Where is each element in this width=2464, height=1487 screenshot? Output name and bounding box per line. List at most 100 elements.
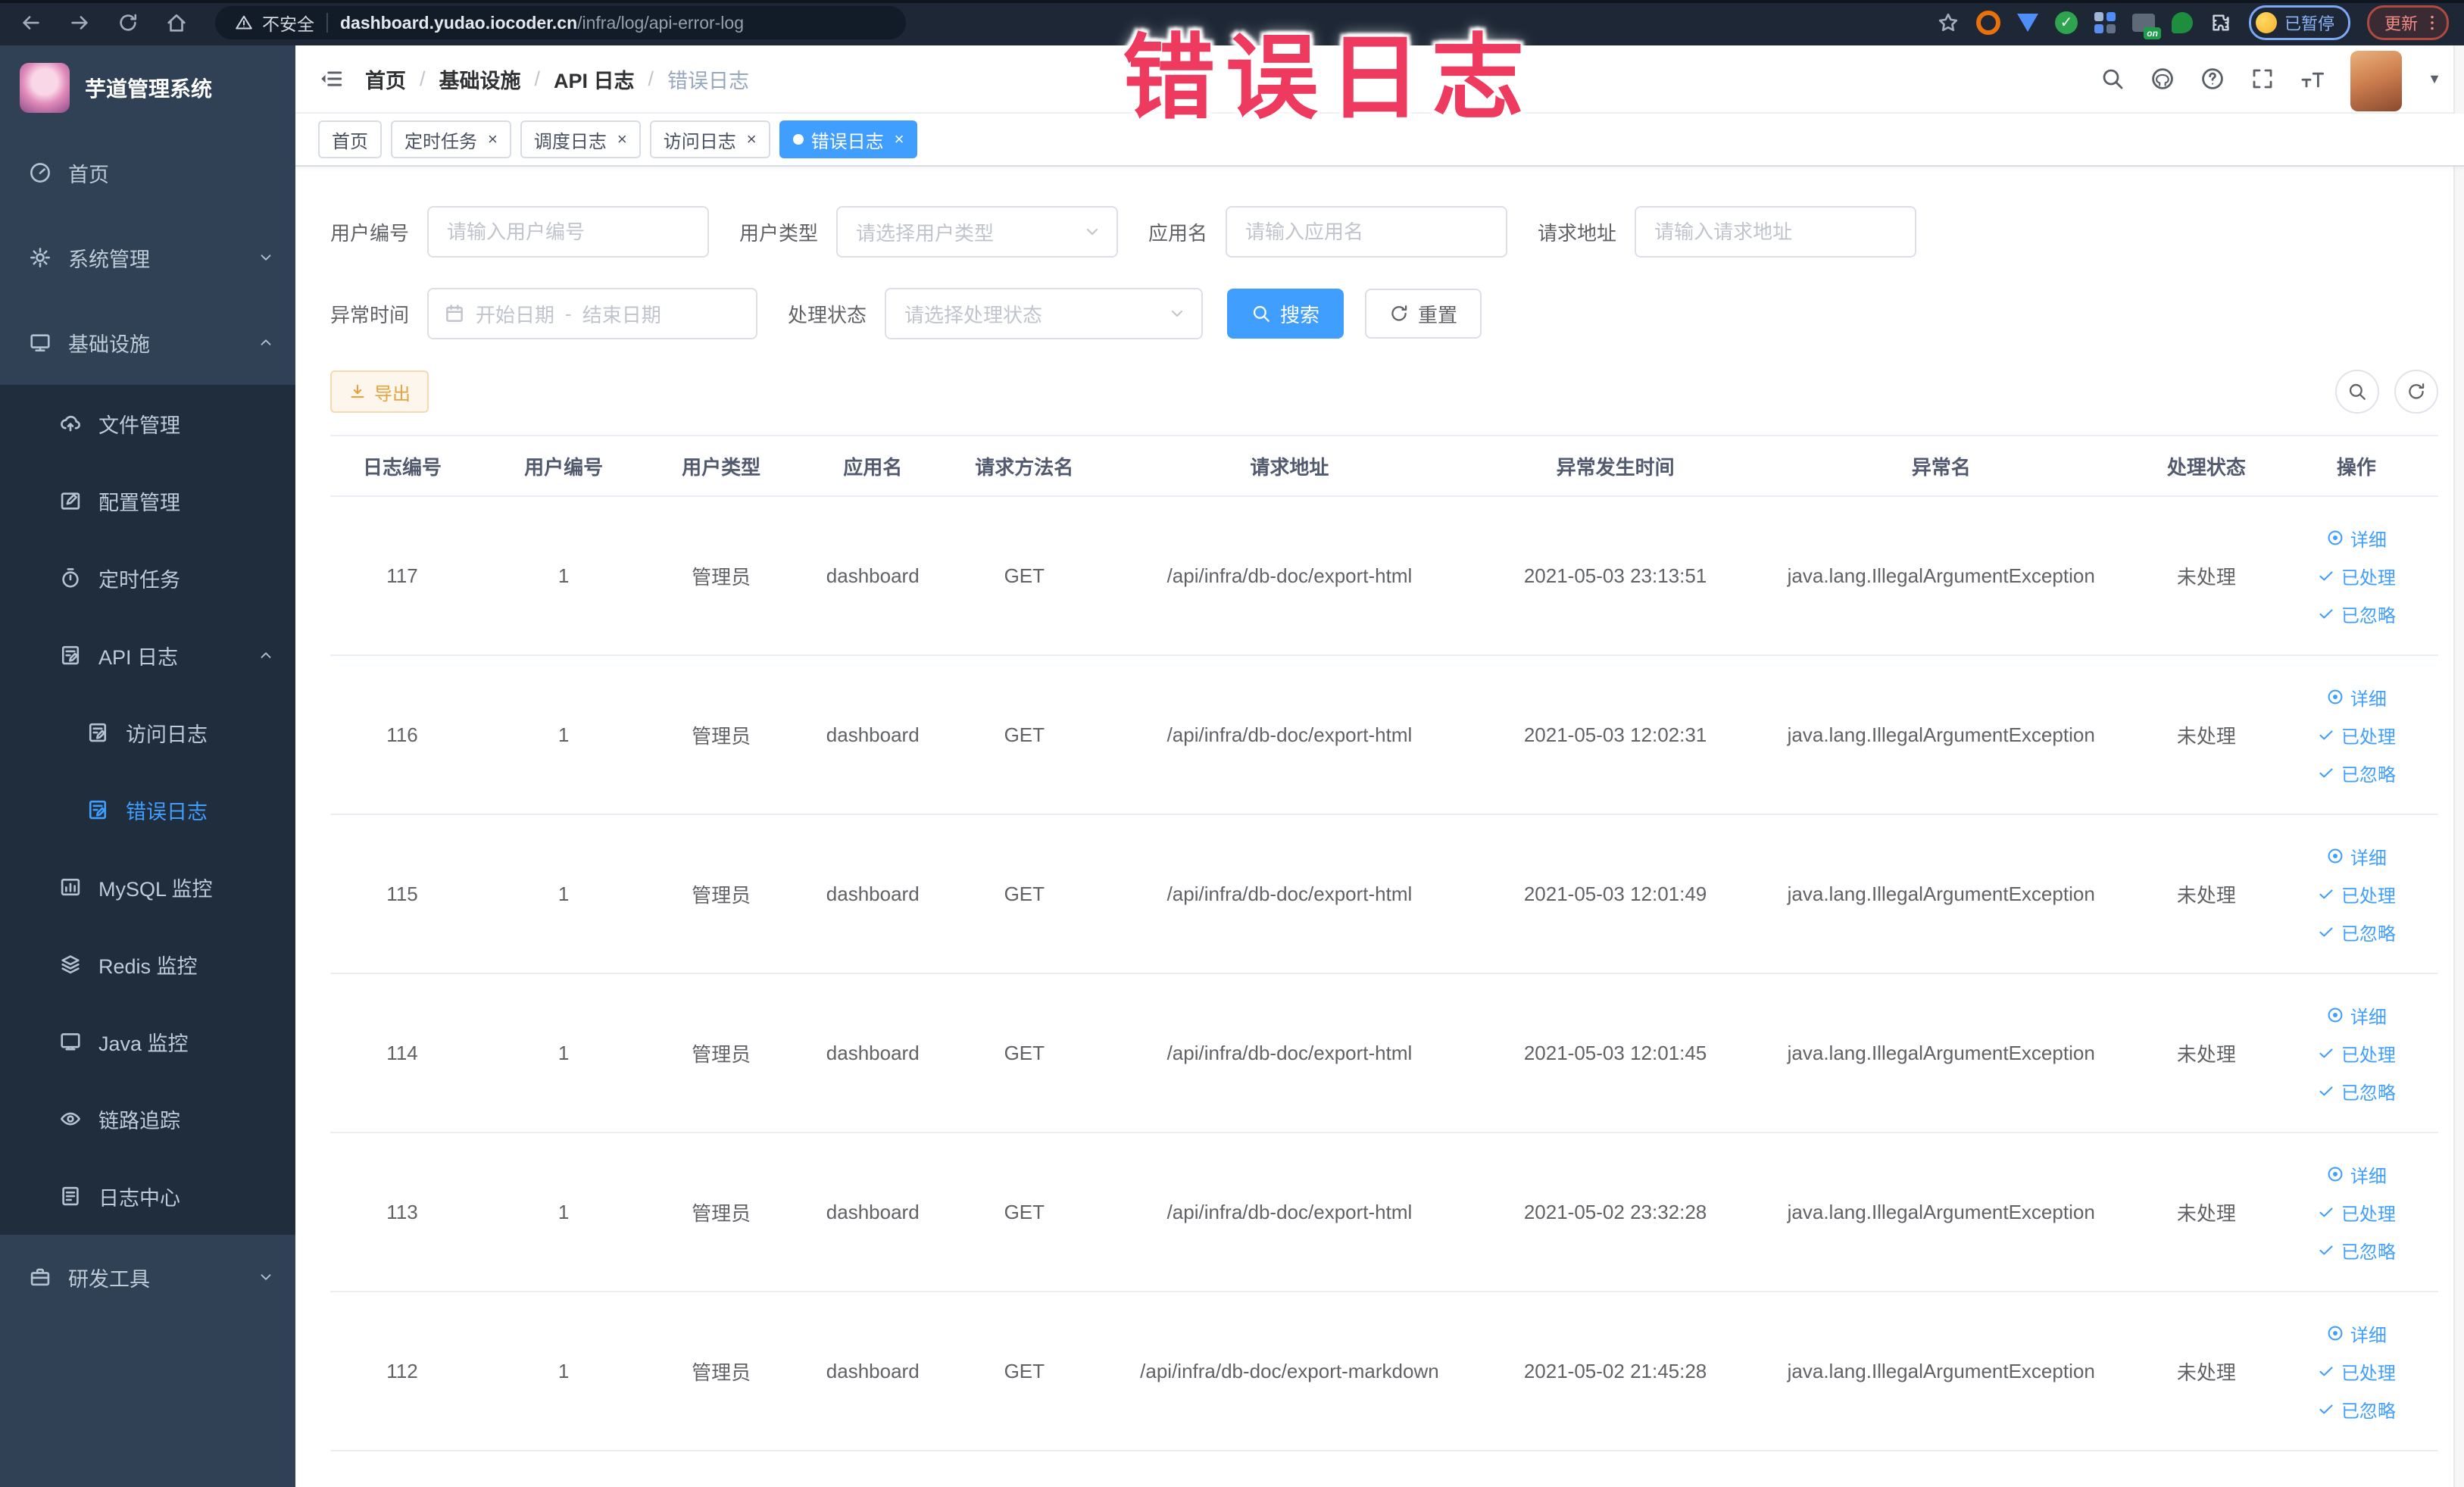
detail-link[interactable]: 详细 [2281, 519, 2432, 557]
page-scrollbar[interactable] [2453, 45, 2464, 1487]
detail-link[interactable]: 详细 [2281, 837, 2432, 875]
url-text[interactable]: dashboard.yudao.iocoder.cn/infra/log/api… [340, 13, 744, 33]
refresh-table-button[interactable] [2394, 370, 2438, 414]
ignored-link[interactable]: 已忽略 [2281, 1390, 2432, 1428]
table-cell: java.lang.IllegalArgumentException [1744, 655, 2138, 815]
sidebar-item-11[interactable]: Java 监控 [0, 1003, 295, 1080]
user-id-input[interactable] [427, 206, 710, 258]
extensions-puzzle-icon[interactable] [2209, 11, 2232, 34]
date-range-picker[interactable]: 开始日期 - 结束日期 [427, 288, 758, 339]
breadcrumb-item-2[interactable]: API 日志 [554, 64, 635, 94]
docedit-icon [61, 645, 80, 665]
sidebar-item-0[interactable]: 首页 [0, 130, 295, 215]
fullscreen-icon[interactable] [2250, 67, 2275, 91]
sidebar-item-10[interactable]: Redis 监控 [0, 926, 295, 1003]
tab-close-icon[interactable]: × [617, 131, 627, 148]
table-cell: 未处理 [2138, 496, 2275, 656]
ignored-link[interactable]: 已忽略 [2281, 1072, 2432, 1110]
sidebar-item-3[interactable]: 文件管理 [0, 385, 295, 462]
processed-link[interactable]: 已处理 [2281, 557, 2432, 595]
tab-close-icon[interactable]: × [488, 131, 498, 148]
reset-button[interactable]: 重置 [1365, 289, 1482, 339]
extension-leaf-icon[interactable] [2171, 12, 2193, 33]
ignored-link[interactable]: 已忽略 [2281, 595, 2432, 633]
avatar[interactable] [2350, 51, 2403, 111]
sidebar-item-1[interactable]: 系统管理 [0, 215, 295, 300]
question-icon [2202, 68, 2223, 89]
edit-icon [61, 492, 80, 510]
tab-4[interactable]: 错误日志 × [779, 120, 918, 158]
app-logo[interactable]: 芋道管理系统 [0, 45, 295, 130]
processed-link[interactable]: 已处理 [2281, 716, 2432, 754]
ignored-link[interactable]: 已忽略 [2281, 754, 2432, 792]
exception-time-label: 异常时间 [330, 303, 410, 326]
extension-paused-chip[interactable]: 已暂停 [2248, 5, 2350, 40]
sidebar-item-7[interactable]: 访问日志 [0, 694, 295, 771]
bookmark-star-icon[interactable] [1937, 11, 1960, 34]
detail-link[interactable]: 详细 [2281, 678, 2432, 716]
chrome-update-button[interactable]: 更新 [2366, 5, 2449, 40]
ignored-link[interactable]: 已忽略 [2281, 913, 2432, 951]
processed-link[interactable]: 已处理 [2281, 1193, 2432, 1231]
tab-3[interactable]: 访问日志 × [649, 120, 770, 158]
help-icon[interactable] [2200, 67, 2225, 91]
breadcrumb-item-0[interactable]: 首页 [365, 64, 406, 94]
filter-user-type: 用户类型 请选择用户类型 [739, 206, 1119, 258]
tab-close-icon[interactable]: × [747, 131, 757, 148]
fontsize-icon [2301, 72, 2325, 88]
extension-on-icon[interactable] [2131, 14, 2161, 39]
font-size-icon[interactable] [2300, 67, 2325, 91]
detail-link[interactable]: 详细 [2281, 1314, 2432, 1352]
avatar-caret-icon[interactable]: ▼ [2428, 71, 2441, 87]
search-button[interactable]: 搜索 [1227, 289, 1344, 339]
extension-shield-icon[interactable] [2016, 14, 2038, 32]
breadcrumb-item-1[interactable]: 基础设施 [439, 64, 521, 94]
filter-row-2: 异常时间 开始日期 - 结束日期 处理状态 请选择处理状态 搜索 重置 [330, 288, 2438, 339]
browser-menu-kebab-icon[interactable] [2422, 13, 2442, 33]
home-icon[interactable] [161, 7, 192, 39]
breadcrumb-separator: / [648, 67, 654, 90]
sidebar-item-14[interactable]: 研发工具 [0, 1235, 295, 1320]
action-label: 详细 [2350, 1007, 2387, 1028]
process-status-select[interactable]: 请选择处理状态 [885, 288, 1204, 339]
export-button[interactable]: 导出 [330, 370, 429, 413]
chevron-down-icon [1168, 305, 1186, 323]
sidebar-item-5[interactable]: 定时任务 [0, 539, 295, 617]
tab-close-icon[interactable]: × [895, 131, 904, 148]
sidebar-item-8[interactable]: 错误日志 [0, 771, 295, 848]
processed-link[interactable]: 已处理 [2281, 1352, 2432, 1390]
sidebar-toggle-icon[interactable] [318, 66, 344, 92]
request-url-input[interactable] [1635, 206, 1917, 258]
detail-link[interactable]: 详细 [2281, 1155, 2432, 1193]
forward-icon[interactable] [64, 7, 95, 39]
address-bar[interactable]: 不安全 dashboard.yudao.iocoder.cn/infra/log… [215, 6, 906, 39]
sidebar-item-2[interactable]: 基础设施 [0, 300, 295, 385]
ignored-link[interactable]: 已忽略 [2281, 1231, 2432, 1269]
app-name-input[interactable] [1226, 206, 1508, 258]
tab-2[interactable]: 调度日志 × [520, 120, 641, 158]
sidebar-item-13[interactable]: 日志中心 [0, 1157, 295, 1235]
sidebar-item-4[interactable]: 配置管理 [0, 462, 295, 539]
github-icon[interactable] [2150, 67, 2175, 91]
extension-grid-icon[interactable] [2094, 12, 2116, 33]
search-icon[interactable] [2100, 67, 2125, 91]
security-label[interactable]: 不安全 [262, 10, 314, 36]
reload-icon[interactable] [112, 7, 144, 39]
user-type-select[interactable]: 请选择用户类型 [836, 206, 1119, 258]
column-header: 处理状态 [2138, 435, 2275, 497]
back-icon [23, 16, 39, 30]
back-icon[interactable] [15, 7, 47, 39]
extension-orange-icon[interactable] [1975, 11, 2000, 35]
tab-1[interactable]: 定时任务 × [391, 120, 511, 158]
toggle-search-button[interactable] [2335, 370, 2379, 414]
processed-link[interactable]: 已处理 [2281, 1034, 2432, 1072]
detail-link[interactable]: 详细 [2281, 996, 2432, 1034]
sidebar-item-12[interactable]: 链路追踪 [0, 1080, 295, 1157]
extension-check-icon[interactable]: ✓ [2054, 11, 2078, 34]
sidebar-item-9[interactable]: MySQL 监控 [0, 848, 295, 926]
monitor-icon [30, 334, 50, 351]
sidebar-item-6[interactable]: API 日志 [0, 617, 295, 694]
tab-0[interactable]: 首页 [318, 120, 382, 158]
export-button-label: 导出 [374, 383, 411, 405]
processed-link[interactable]: 已处理 [2281, 875, 2432, 913]
